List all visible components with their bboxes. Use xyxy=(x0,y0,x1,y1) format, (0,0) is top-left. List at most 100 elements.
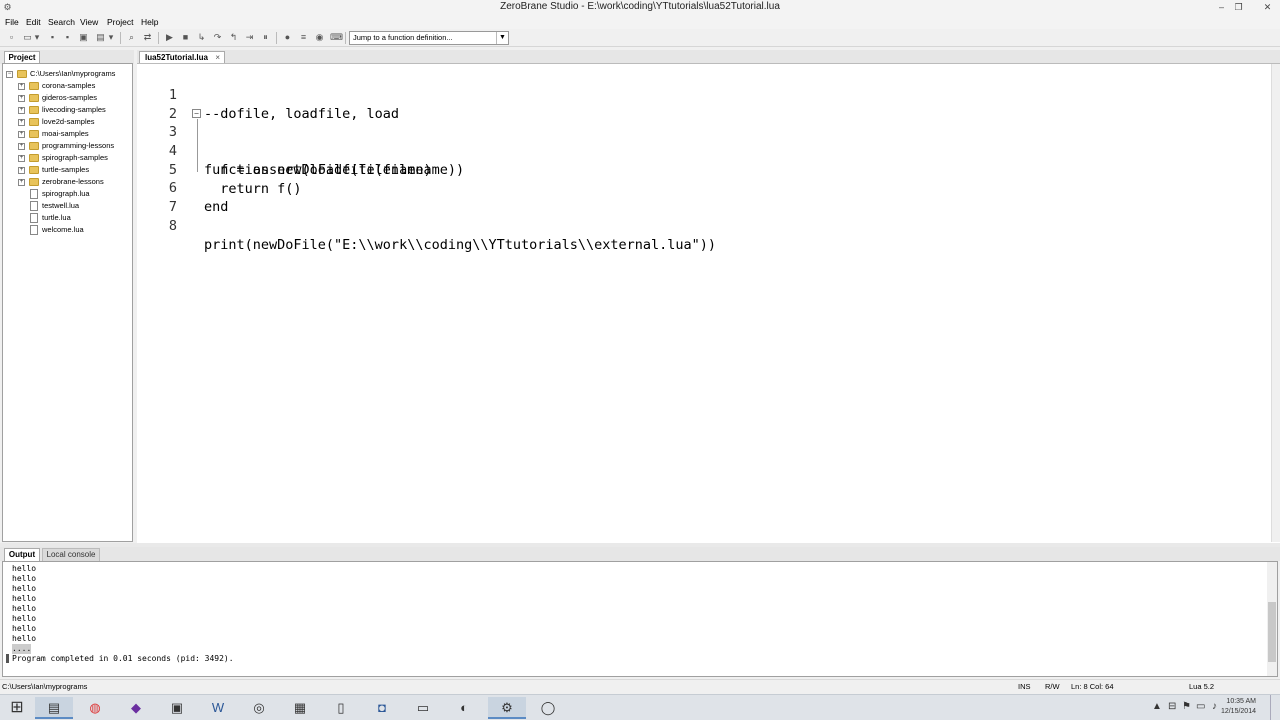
scrollbar-thumb[interactable] xyxy=(1268,602,1276,662)
title-bar: ⚙ ZeroBrane Studio - E:\work\coding\YTtu… xyxy=(0,0,1280,15)
stop-icon[interactable]: ■ xyxy=(180,32,191,43)
clock[interactable]: 10:35 AM 12/15/2014 xyxy=(1212,697,1256,717)
menu-file[interactable]: File xyxy=(5,17,19,27)
status-access: R/W xyxy=(1045,682,1060,691)
tree-root[interactable]: − C:\Users\Ian\myprograms xyxy=(3,68,134,80)
tab-output[interactable]: Output xyxy=(4,548,40,561)
open-dropdown-icon[interactable]: ▾ xyxy=(34,32,40,43)
minimize-button[interactable]: – xyxy=(1213,0,1230,14)
function-jump-dropdown[interactable]: Jump to a function definition... ▼ xyxy=(349,31,509,45)
tab-local-console[interactable]: Local console xyxy=(42,548,100,561)
output-line: hello xyxy=(12,564,37,573)
show-desktop-button[interactable] xyxy=(1270,695,1276,720)
expand-icon[interactable]: + xyxy=(18,95,25,102)
tree-folder[interactable]: + programming-lessons xyxy=(3,140,134,152)
save-icon[interactable]: ▪ xyxy=(47,32,58,43)
tree-folder[interactable]: + livecoding-samples xyxy=(3,104,134,116)
expand-icon[interactable]: + xyxy=(18,179,25,186)
collapse-icon[interactable]: − xyxy=(6,71,13,78)
project-dropdown-icon[interactable]: ▤ xyxy=(95,32,106,43)
expand-icon[interactable]: + xyxy=(18,119,25,126)
folder-icon xyxy=(29,82,39,90)
explorer-icon[interactable]: ▤ xyxy=(35,697,73,719)
chrome-icon[interactable]: ◍ xyxy=(76,697,114,719)
expand-icon[interactable]: + xyxy=(18,131,25,138)
menu-edit[interactable]: Edit xyxy=(26,17,41,27)
editor-scrollbar[interactable] xyxy=(1271,64,1280,542)
code-editor[interactable]: 1 --dofile, loadfile, load 2 3 − functio… xyxy=(137,63,1280,543)
zerobrane-icon[interactable]: ⚙ xyxy=(488,697,526,719)
tree-file[interactable]: welcome.lua xyxy=(3,224,134,236)
show-hidden-icon[interactable]: ▲ xyxy=(1152,701,1162,712)
tree-folder[interactable]: + moai-samples xyxy=(3,128,134,140)
steam-icon[interactable]: ◎ xyxy=(240,697,278,719)
code-line: 6 end xyxy=(137,160,1267,215)
tree-item-label: testwell.lua xyxy=(42,201,80,210)
visual-studio-icon[interactable]: ◆ xyxy=(117,697,155,719)
window-app-icon[interactable]: ▭ xyxy=(404,697,442,719)
continue-icon[interactable]: ⇥ xyxy=(244,32,255,43)
app-icon-blue[interactable]: ◘ xyxy=(363,697,401,719)
globe-icon[interactable]: ◯ xyxy=(529,697,567,719)
tree-folder[interactable]: + turtle-samples xyxy=(3,164,134,176)
replace-icon[interactable]: ⇄ xyxy=(142,32,153,43)
expand-icon[interactable]: + xyxy=(18,83,25,90)
output-scrollbar[interactable] xyxy=(1267,562,1277,676)
folder-app-icon[interactable]: ▣ xyxy=(158,697,196,719)
tree-folder[interactable]: + spirograph-samples xyxy=(3,152,134,164)
project-dir-icon[interactable]: ▣ xyxy=(78,32,89,43)
code-line: 2 xyxy=(137,86,1267,122)
calculator-icon[interactable]: ▦ xyxy=(281,697,319,719)
breakpoint-icon[interactable]: ● xyxy=(282,32,293,43)
menu-search[interactable]: Search xyxy=(48,17,75,27)
run-icon[interactable]: ▶ xyxy=(164,32,175,43)
console-icon[interactable]: ⌨ xyxy=(330,32,343,43)
start-icon[interactable]: ⊞ xyxy=(0,697,34,719)
dropdown-icon[interactable]: ▾ xyxy=(108,32,114,43)
close-button[interactable]: ✕ xyxy=(1259,0,1276,14)
step-out-icon[interactable]: ↰ xyxy=(228,32,239,43)
tree-folder[interactable]: + gideros-samples xyxy=(3,92,134,104)
code-line: 4 f = assert(loadfile(filename)) xyxy=(137,123,1267,178)
find-icon[interactable]: ⌕ xyxy=(126,32,137,43)
obs-icon[interactable]: ◐ xyxy=(445,697,483,719)
tree-file[interactable]: testwell.lua xyxy=(3,200,134,212)
tree-file[interactable]: turtle.lua xyxy=(3,212,134,224)
folder-icon xyxy=(29,130,39,138)
step-into-icon[interactable]: ↳ xyxy=(196,32,207,43)
new-file-icon[interactable]: ▫ xyxy=(6,32,17,43)
tree-item-label: livecoding-samples xyxy=(42,105,106,114)
network-icon[interactable]: ⊟ xyxy=(1168,701,1176,712)
expand-icon[interactable]: + xyxy=(18,155,25,162)
code-line: 3 − function newDoFile(filename) xyxy=(137,104,1267,178)
break-icon[interactable]: ⏸ xyxy=(260,32,271,43)
toolbar-separator xyxy=(120,32,121,44)
expand-icon[interactable]: + xyxy=(18,107,25,114)
flag-icon[interactable]: ⚑ xyxy=(1182,701,1191,712)
stack-icon[interactable]: ≡ xyxy=(298,32,309,43)
menu-view[interactable]: View xyxy=(80,17,98,27)
expand-icon[interactable]: + xyxy=(18,167,25,174)
tree-folder[interactable]: + zerobrane-lessons xyxy=(3,176,134,188)
tree-file[interactable]: spirograph.lua xyxy=(3,188,134,200)
word-icon[interactable]: W xyxy=(199,697,237,719)
function-jump-label: Jump to a function definition... xyxy=(353,33,453,42)
file-icon xyxy=(30,213,38,223)
tree-folder[interactable]: + corona-samples xyxy=(3,80,134,92)
open-file-icon[interactable]: ▭ xyxy=(22,32,33,43)
expand-icon[interactable]: + xyxy=(18,143,25,150)
menu-help[interactable]: Help xyxy=(141,17,158,27)
tree-folder[interactable]: + love2d-samples xyxy=(3,116,134,128)
fold-marker-icon[interactable]: − xyxy=(192,109,201,118)
output-status-line: Program completed in 0.01 seconds (pid: … xyxy=(12,654,234,663)
output-panel[interactable]: hello hello hello hello hello hello hell… xyxy=(2,561,1278,677)
chevron-down-icon[interactable]: ▼ xyxy=(496,32,508,44)
menu-project[interactable]: Project xyxy=(107,17,133,27)
document-icon[interactable]: ▯ xyxy=(322,697,360,719)
output-line: hello xyxy=(12,594,37,603)
restore-button[interactable]: ❐ xyxy=(1230,0,1247,14)
watch-icon[interactable]: ◉ xyxy=(314,32,325,43)
save-all-icon[interactable]: ▪ xyxy=(62,32,73,43)
step-over-icon[interactable]: ↷ xyxy=(212,32,223,43)
display-icon[interactable]: ▭ xyxy=(1196,701,1205,712)
